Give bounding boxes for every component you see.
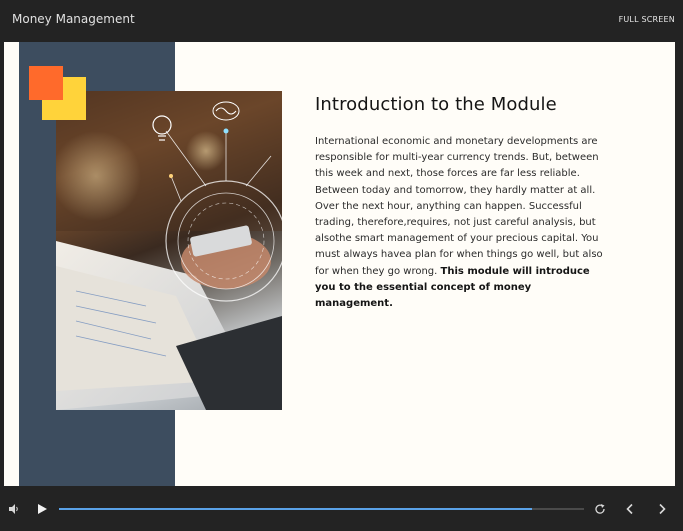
- volume-icon[interactable]: [8, 502, 20, 514]
- reload-icon[interactable]: [594, 502, 606, 514]
- decorative-square-orange: [29, 66, 63, 100]
- slide-body: International economic and monetary deve…: [315, 134, 611, 312]
- course-title: Money Management: [12, 12, 135, 26]
- slide-heading: Introduction to the Module: [315, 94, 557, 115]
- player-controls: [0, 488, 683, 531]
- slide-photo: [56, 91, 282, 410]
- slide-body-text: International economic and monetary deve…: [315, 136, 603, 277]
- play-icon[interactable]: [36, 502, 48, 514]
- top-bar: Money Management FULL SCREEN: [0, 0, 683, 40]
- progress-bar[interactable]: [59, 508, 584, 510]
- previous-icon[interactable]: [624, 502, 636, 515]
- next-icon[interactable]: [656, 502, 668, 515]
- progress-fill: [59, 508, 532, 510]
- slide: Introduction to the Module International…: [4, 42, 675, 486]
- fullscreen-button[interactable]: FULL SCREEN: [619, 15, 675, 24]
